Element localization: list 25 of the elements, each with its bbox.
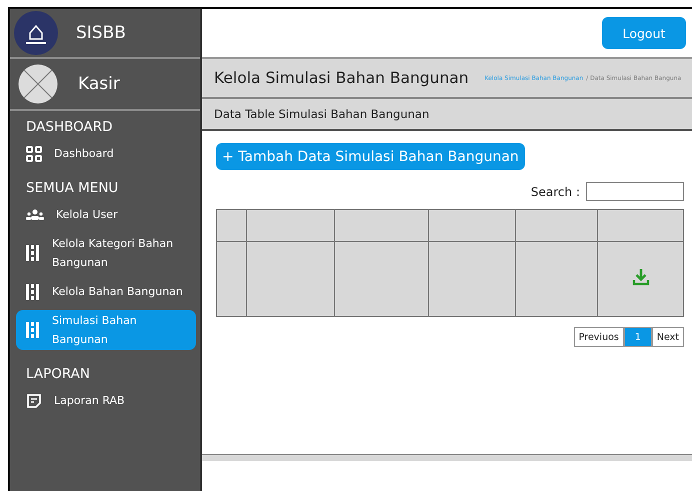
logo-icon [14, 11, 58, 55]
grid-icon [26, 146, 42, 162]
bars-icon [26, 284, 40, 300]
menu-item[interactable]: Dashboard [16, 143, 196, 164]
card-title: Data Table Simulasi Bahan Bangunan [214, 107, 430, 121]
document-icon [26, 392, 42, 408]
download-icon[interactable] [632, 268, 650, 286]
bars-icon [26, 322, 40, 338]
search-label: Search : [530, 184, 580, 198]
users-icon [26, 208, 44, 220]
bars-icon [26, 245, 40, 261]
menu-heading: DASHBOARD [25, 118, 114, 135]
page-title: Kelola Simulasi Bahan Bangunan [214, 69, 469, 87]
search-field[interactable] [586, 182, 684, 201]
menu-item[interactable]: Kelola Bahan Bangunan [16, 281, 196, 302]
menu-heading: LAPORAN [25, 365, 91, 382]
avatar-icon [18, 64, 58, 104]
menu-item[interactable]: Kelola User [16, 204, 196, 225]
user-role: Kasir [78, 74, 120, 94]
app-name: SISBB [76, 23, 126, 43]
menu-heading: SEMUA MENU [25, 179, 120, 196]
menu-item[interactable]: Kelola Kategori Bahan Bangunan [16, 233, 196, 273]
previous-button[interactable]: Previuos [574, 327, 624, 347]
menu-item[interactable]: Laporan RAB [16, 390, 196, 411]
next-button[interactable]: Next [652, 327, 684, 347]
